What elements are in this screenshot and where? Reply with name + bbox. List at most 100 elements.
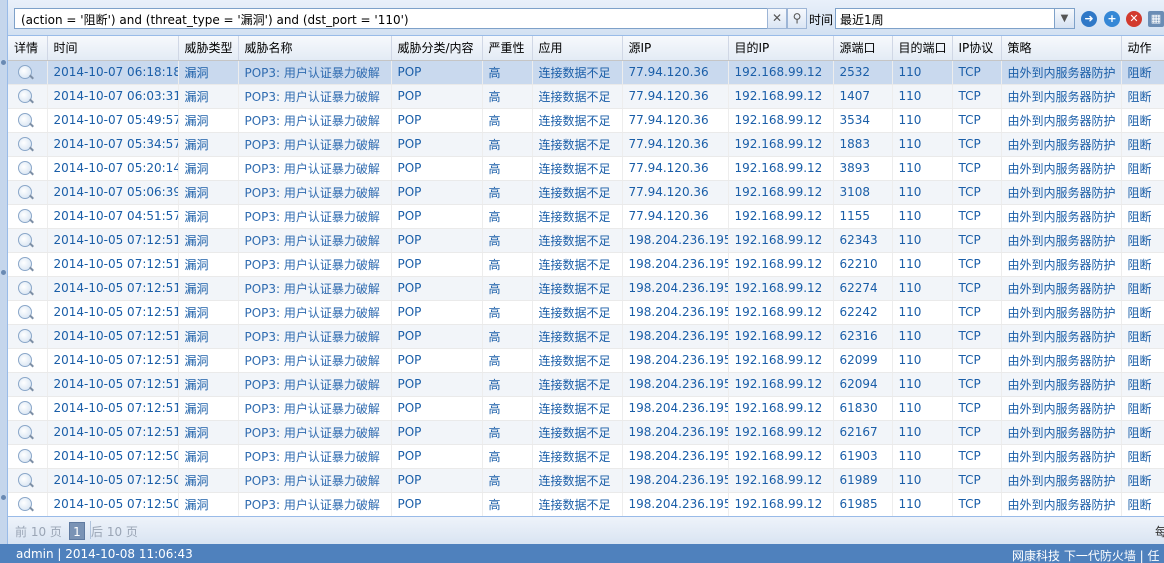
detail-cell[interactable] — [8, 60, 48, 85]
table-row[interactable]: 2014-10-07 05:20:14 漏洞 POP3: 用户认证暴力破解 POP 高连… — [8, 156, 1164, 181]
detail-cell[interactable] — [8, 444, 48, 469]
column-header[interactable]: 目的IP — [728, 36, 834, 61]
table-cell: 192.168.99.12 — [728, 60, 834, 85]
table-row[interactable]: 2014-10-07 05:49:57 漏洞 POP3: 用户认证暴力破解 POP 高连… — [8, 108, 1164, 133]
detail-cell[interactable] — [8, 204, 48, 229]
column-header[interactable]: 详情 — [8, 36, 48, 61]
magnifier-icon[interactable] — [18, 497, 32, 512]
time-range-select[interactable]: 最近1周 — [835, 8, 1055, 29]
add-icon[interactable]: + — [1104, 11, 1120, 27]
detail-cell[interactable] — [8, 252, 48, 277]
magnifier-icon[interactable] — [18, 449, 32, 464]
column-header[interactable]: 严重性 — [482, 36, 533, 61]
magnifier-icon[interactable] — [18, 185, 32, 200]
search-icon[interactable]: ⚲ — [787, 8, 807, 29]
table-row[interactable]: 2014-10-05 07:12:51 漏洞 POP3: 用户认证暴力破解 POP 高连… — [8, 276, 1164, 301]
table-row[interactable]: 2014-10-05 07:12:51 漏洞 POP3: 用户认证暴力破解 POP 高连… — [8, 228, 1164, 253]
detail-cell[interactable] — [8, 276, 48, 301]
column-header[interactable]: 应用 — [532, 36, 623, 61]
table-row[interactable]: 2014-10-07 05:06:39 漏洞 POP3: 用户认证暴力破解 POP 高连… — [8, 180, 1164, 205]
detail-cell[interactable] — [8, 468, 48, 493]
table-row[interactable]: 2014-10-05 07:12:51 漏洞 POP3: 用户认证暴力破解 POP 高连… — [8, 372, 1164, 397]
detail-cell[interactable] — [8, 324, 48, 349]
table-cell: 漏洞 — [178, 204, 239, 229]
detail-cell[interactable] — [8, 348, 48, 373]
table-row[interactable]: 2014-10-05 07:12:51 漏洞 POP3: 用户认证暴力破解 POP 高连… — [8, 420, 1164, 445]
next-pages-button[interactable]: 后 10 页 — [91, 523, 138, 540]
table-row[interactable]: 2014-10-07 05:34:57 漏洞 POP3: 用户认证暴力破解 POP 高连… — [8, 132, 1164, 157]
query-input[interactable]: (action = '阻断') and (threat_type = '漏洞')… — [14, 8, 768, 29]
table-cell: 110 — [892, 324, 953, 349]
table-row[interactable]: 2014-10-05 07:12:51 漏洞 POP3: 用户认证暴力破解 POP 高连… — [8, 252, 1164, 277]
prev-pages-button[interactable]: 前 10 页 — [15, 523, 62, 540]
detail-cell[interactable] — [8, 156, 48, 181]
table-cell: 192.168.99.12 — [728, 300, 834, 325]
table-row[interactable]: 2014-10-05 07:12:50 漏洞 POP3: 用户认证暴力破解 POP 高连… — [8, 444, 1164, 469]
table-row[interactable]: 2014-10-05 07:12:51 漏洞 POP3: 用户认证暴力破解 POP 高连… — [8, 348, 1164, 373]
magnifier-icon[interactable] — [18, 281, 32, 296]
detail-cell[interactable] — [8, 396, 48, 421]
go-arrow-icon[interactable]: ➜ — [1081, 11, 1097, 27]
table-row[interactable]: 2014-10-05 07:12:51 漏洞 POP3: 用户认证暴力破解 POP 高连… — [8, 396, 1164, 421]
column-header[interactable]: 源端口 — [833, 36, 893, 61]
table-cell: 漏洞 — [178, 492, 239, 516]
detail-cell[interactable] — [8, 372, 48, 397]
table-cell: 62316 — [833, 324, 893, 349]
detail-cell[interactable] — [8, 420, 48, 445]
detail-cell[interactable] — [8, 492, 48, 516]
magnifier-icon[interactable] — [18, 209, 32, 224]
chevron-down-icon[interactable]: ▼ — [1054, 8, 1075, 29]
left-collapse-strip[interactable] — [0, 0, 8, 563]
table-cell: 由外到内服务器防护 — [1001, 396, 1122, 421]
magnifier-icon[interactable] — [18, 257, 32, 272]
detail-cell[interactable] — [8, 132, 48, 157]
magnifier-icon[interactable] — [18, 473, 32, 488]
magnifier-icon[interactable] — [18, 89, 32, 104]
magnifier-icon[interactable] — [18, 377, 32, 392]
magnifier-icon[interactable] — [18, 329, 32, 344]
detail-cell[interactable] — [8, 300, 48, 325]
table-cell: POP — [391, 108, 483, 133]
table-row[interactable]: 2014-10-05 07:12:50 漏洞 POP3: 用户认证暴力破解 POP 高连… — [8, 492, 1164, 516]
magnifier-icon[interactable] — [18, 233, 32, 248]
close-icon[interactable]: ✕ — [767, 8, 787, 29]
column-header[interactable]: 策略 — [1001, 36, 1122, 61]
magnifier-icon[interactable] — [18, 137, 32, 152]
column-header[interactable]: 时间 — [47, 36, 179, 61]
table-row[interactable]: 2014-10-05 07:12:50 漏洞 POP3: 用户认证暴力破解 POP 高连… — [8, 468, 1164, 493]
column-header[interactable]: 动作 — [1121, 36, 1164, 61]
table-cell: TCP — [952, 252, 1002, 277]
detail-cell[interactable] — [8, 84, 48, 109]
magnifier-icon[interactable] — [18, 113, 32, 128]
magnifier-icon[interactable] — [18, 305, 32, 320]
table-cell: POP3: 用户认证暴力破解 — [238, 300, 392, 325]
column-header[interactable]: 目的端口 — [892, 36, 953, 61]
detail-cell[interactable] — [8, 228, 48, 253]
magnifier-icon[interactable] — [18, 425, 32, 440]
column-header[interactable]: 威胁类型 — [178, 36, 239, 61]
table-cell: 77.94.120.36 — [622, 180, 729, 205]
table-row[interactable]: 2014-10-07 04:51:57 漏洞 POP3: 用户认证暴力破解 POP 高连… — [8, 204, 1164, 229]
table-row[interactable]: 2014-10-05 07:12:51 漏洞 POP3: 用户认证暴力破解 POP 高连… — [8, 324, 1164, 349]
column-header[interactable]: 源IP — [622, 36, 729, 61]
table-cell: 阻断 — [1121, 132, 1164, 157]
current-page-indicator[interactable]: 1 — [69, 522, 85, 540]
table-row[interactable]: 2014-10-07 06:18:18 漏洞 POP3: 用户认证暴力破解 POP 高连… — [8, 60, 1164, 85]
table-cell: 110 — [892, 84, 953, 109]
delete-icon[interactable]: ✕ — [1126, 11, 1142, 27]
table-cell: 连接数据不足 — [532, 492, 623, 516]
column-header[interactable]: 威胁名称 — [238, 36, 392, 61]
column-header[interactable]: 威胁分类/内容 — [391, 36, 483, 61]
magnifier-icon[interactable] — [18, 161, 32, 176]
table-cell: 连接数据不足 — [532, 396, 623, 421]
magnifier-icon[interactable] — [18, 65, 32, 80]
column-header[interactable]: IP协议 — [952, 36, 1002, 61]
export-icon[interactable]: ▦ — [1148, 11, 1164, 27]
detail-cell[interactable] — [8, 180, 48, 205]
magnifier-icon[interactable] — [18, 401, 32, 416]
table-row[interactable]: 2014-10-05 07:12:51 漏洞 POP3: 用户认证暴力破解 POP 高连… — [8, 300, 1164, 325]
table-cell: 77.94.120.36 — [622, 60, 729, 85]
detail-cell[interactable] — [8, 108, 48, 133]
table-row[interactable]: 2014-10-07 06:03:31 漏洞 POP3: 用户认证暴力破解 POP 高连… — [8, 84, 1164, 109]
magnifier-icon[interactable] — [18, 353, 32, 368]
